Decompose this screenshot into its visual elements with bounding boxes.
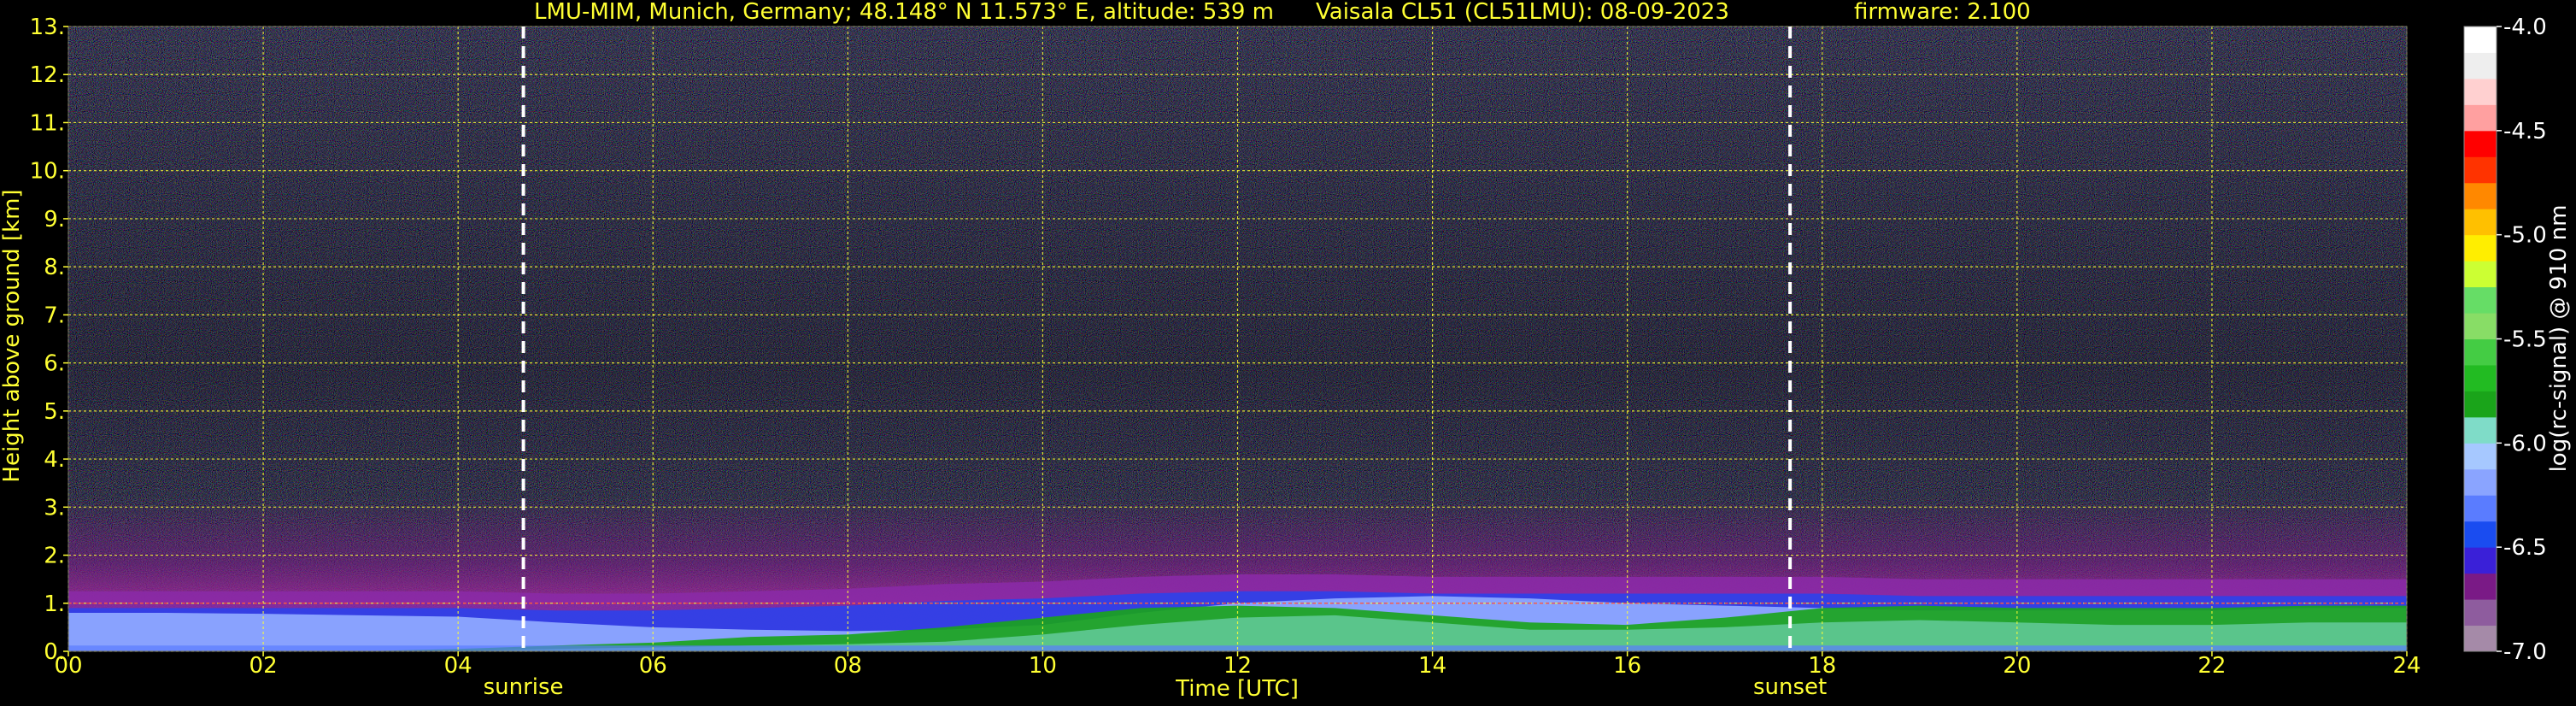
y-axis-label: Height above ground [km]	[0, 189, 25, 482]
colorbar-tick-label: -6.5	[2503, 535, 2547, 561]
y-tick-label: 12.	[30, 62, 65, 88]
x-tick-label: 10	[1029, 653, 1057, 679]
x-tick-label: 04	[444, 653, 472, 679]
colorbar-swatch	[2464, 261, 2497, 288]
colorbar-swatch	[2464, 521, 2497, 548]
y-tick-label: 1.	[44, 591, 65, 617]
x-tick-label: 18	[1808, 653, 1836, 679]
colorbar-swatch	[2464, 495, 2497, 522]
y-axis: 0. 1. 2. 3. 4. 5. 6. 7. 8. 9. 10. 11. 12. 13.	[30, 15, 68, 665]
x-tick-label: 14	[1418, 653, 1446, 679]
y-tick-label: 11.	[30, 110, 65, 136]
x-axis-label: Time [UTC]	[1175, 676, 1299, 702]
colorbar-swatch	[2464, 468, 2497, 496]
colorbar-label: log(rc-signal) @ 910 nm	[2546, 205, 2572, 473]
x-tick-label: 22	[2198, 653, 2226, 679]
colorbar-swatch	[2464, 234, 2497, 262]
colorbar-swatch	[2464, 286, 2497, 314]
y-tick-label: 9.	[44, 207, 65, 232]
x-axis: 00 02 04 06 08 10 12 14 16 18 20 22 24	[54, 651, 2421, 679]
colorbar-swatch	[2464, 573, 2497, 600]
x-tick-label: 16	[1613, 653, 1641, 679]
y-tick-label: 7.	[44, 303, 65, 328]
colorbar-swatch	[2464, 443, 2497, 470]
colorbar-tick-label: -6.0	[2503, 431, 2547, 456]
y-tick-label: 5.	[44, 399, 65, 425]
colorbar-swatch	[2464, 364, 2497, 391]
colorbar-swatch	[2464, 625, 2497, 652]
colorbar-tick-label: -5.5	[2503, 327, 2547, 353]
colorbar-swatch	[2464, 78, 2497, 105]
y-tick-label: 10.	[30, 159, 65, 185]
colorbar-swatch	[2464, 313, 2497, 339]
colorbar-swatch	[2464, 416, 2497, 444]
colorbar-tick-label: -7.0	[2503, 639, 2547, 665]
colorbar-swatch	[2464, 104, 2497, 132]
colorbar-swatch	[2464, 209, 2497, 236]
colorbar-swatch	[2464, 52, 2497, 79]
x-tick-label: 12	[1223, 653, 1252, 679]
colorbar-swatch	[2464, 338, 2497, 366]
x-tick-label: 20	[2003, 653, 2031, 679]
x-tick-label: 02	[249, 653, 278, 679]
colorbar-swatch	[2464, 391, 2497, 418]
y-tick-label: 2.	[44, 544, 65, 569]
sun-label: sunrise	[484, 674, 564, 700]
colorbar-tick-label: -4.0	[2503, 15, 2547, 40]
colorbar-swatch	[2464, 156, 2497, 184]
colorbar-swatch	[2464, 599, 2497, 627]
x-tick-label: 08	[834, 653, 862, 679]
colorbar: -7.0 -6.5 -6.0 -5.5 -5.0 -4.5 -4.0	[2463, 15, 2547, 665]
ceilometer-chart: sunrise sunset 00 02 04 06 08 10 12 14 16 18 20 22 24…	[0, 0, 2572, 702]
y-tick-label: 6.	[44, 351, 65, 377]
colorbar-tick-label: -5.0	[2503, 223, 2547, 249]
title-site: LMU-MIM, Munich, Germany; 48.148° N 11.5…	[534, 0, 1274, 25]
x-tick-label: 06	[639, 653, 667, 679]
y-tick-label: 13.	[30, 15, 65, 40]
title-firmware: firmware: 2.100	[1854, 0, 2031, 25]
colorbar-swatch	[2464, 130, 2497, 157]
x-tick-label: 24	[2392, 653, 2421, 679]
y-tick-label: 0.	[44, 639, 65, 665]
colorbar-swatch	[2464, 547, 2497, 574]
y-tick-label: 8.	[44, 255, 65, 280]
colorbar-swatch	[2464, 26, 2497, 53]
title-instrument: Vaisala CL51 (CL51LMU): 08-09-2023	[1316, 0, 1729, 25]
y-tick-label: 4.	[44, 447, 65, 473]
y-tick-label: 3.	[44, 495, 65, 521]
colorbar-swatch	[2464, 182, 2497, 209]
colorbar-tick-label: -4.5	[2503, 119, 2547, 144]
